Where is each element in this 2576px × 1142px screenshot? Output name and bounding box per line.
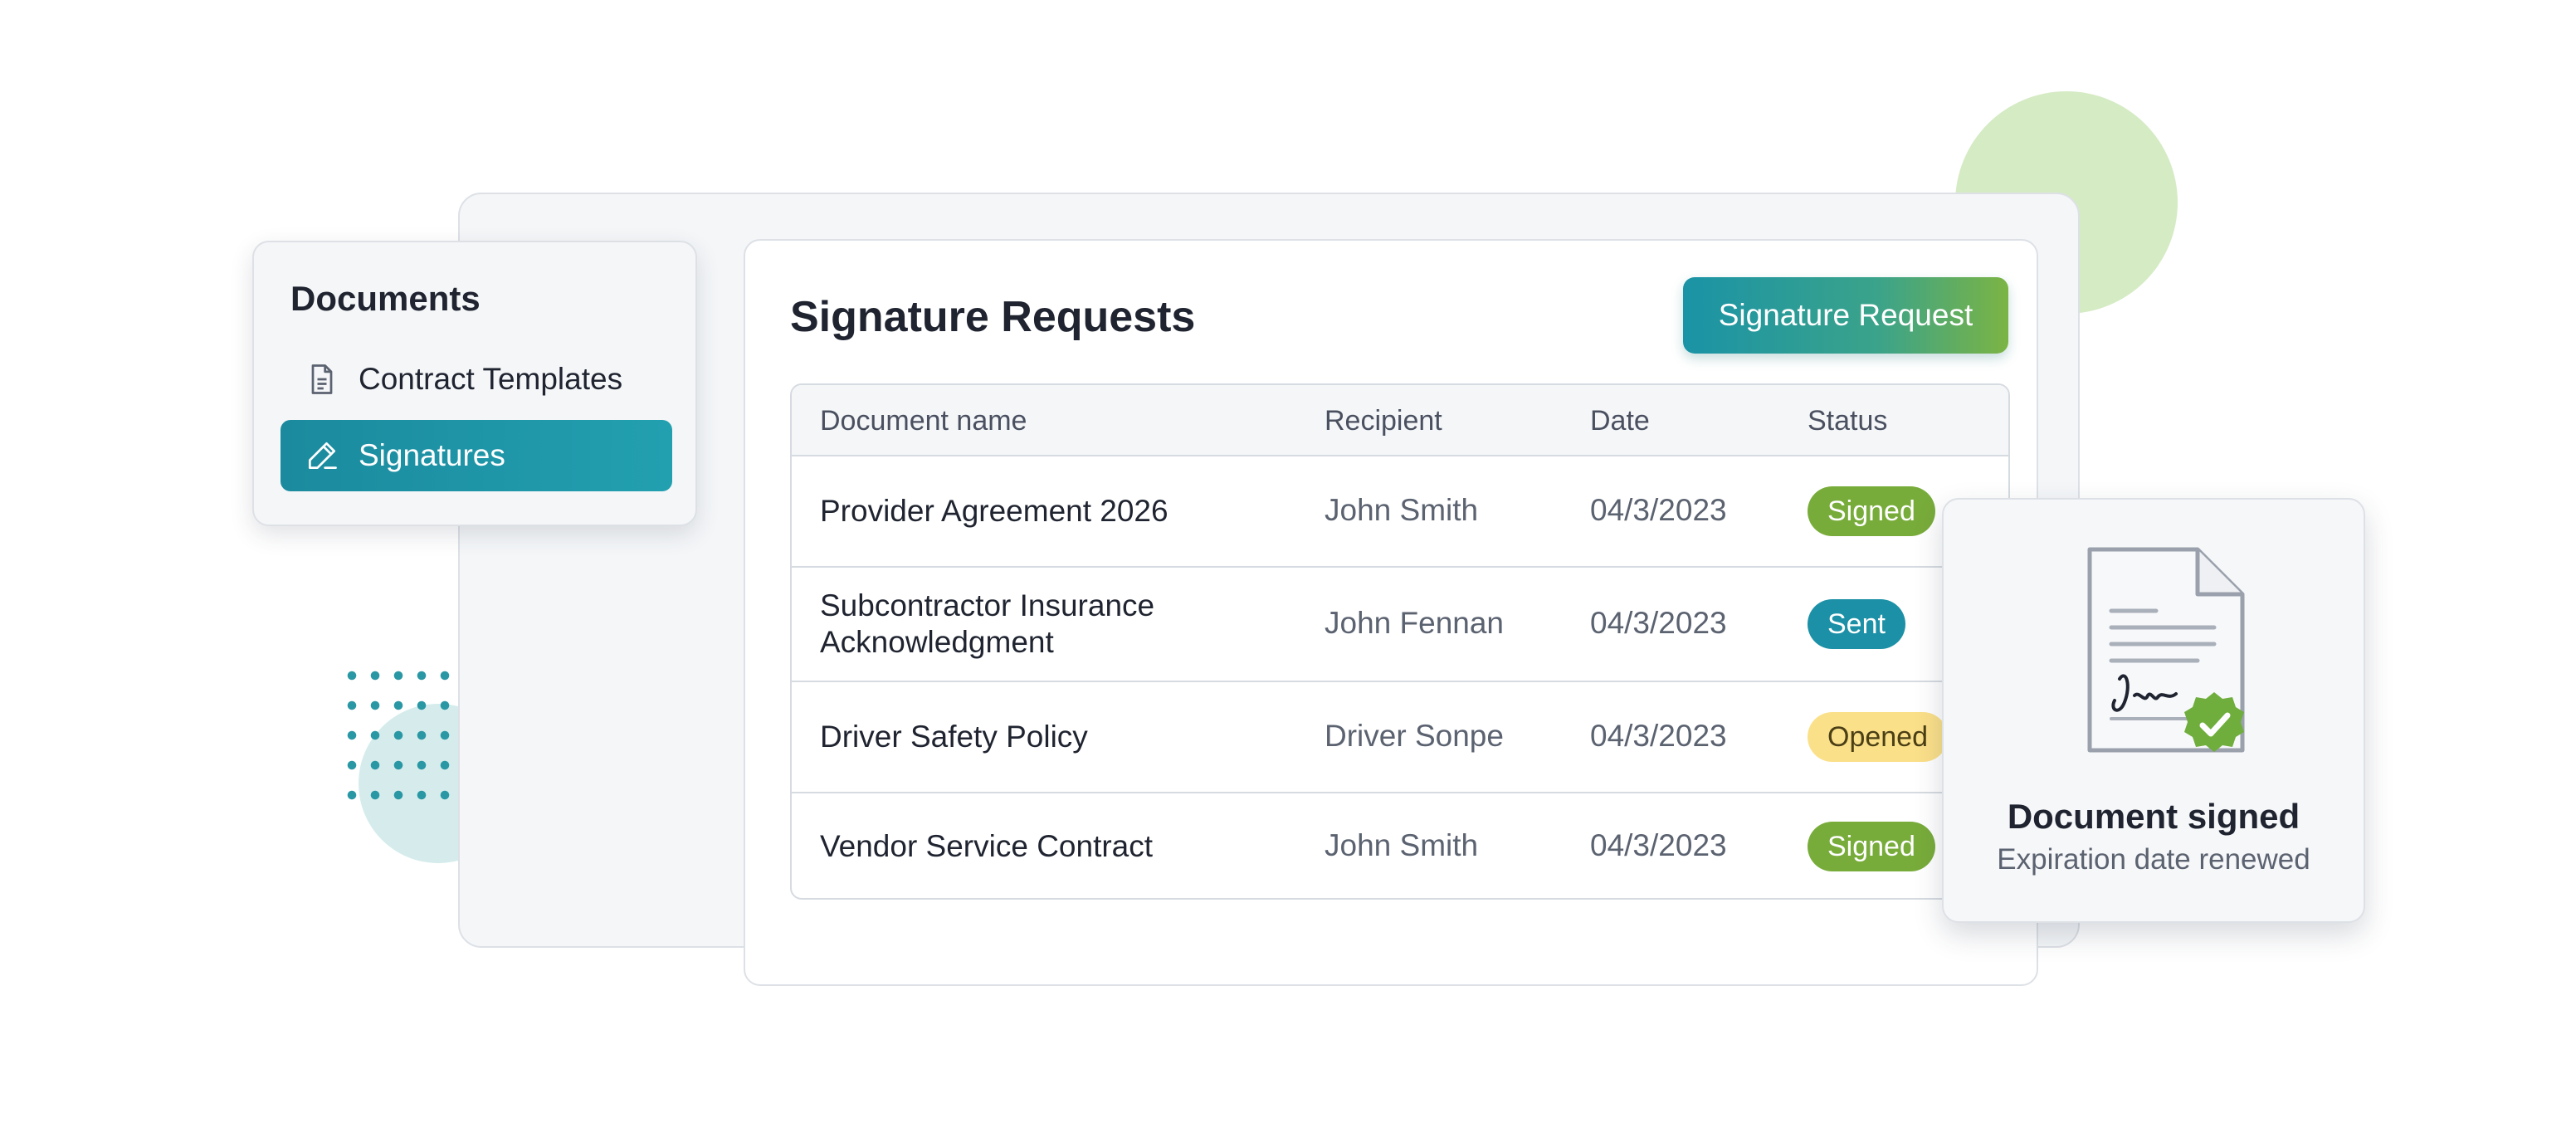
row-document-name: Vendor Service Contract (820, 829, 1154, 863)
table-header: Document name Recipient Date Status (792, 385, 2008, 456)
row-document-name: Driver Safety Policy (820, 720, 1088, 754)
sidebar-item-label: Signatures (359, 438, 505, 472)
status-badge: Signed (1808, 486, 1935, 536)
table-row[interactable]: Driver Safety Policy Driver Sonpe 04/3/2… (792, 682, 2008, 793)
signature-requests-panel: Signature Requests Signature Request Doc… (744, 239, 2038, 986)
status-badge: Opened (1808, 712, 1948, 762)
table-row[interactable]: Provider Agreement 2026 John Smith 04/3/… (792, 456, 2008, 568)
row-recipient: John Fennan (1325, 606, 1505, 640)
status-badge: Sent (1808, 599, 1905, 649)
sidebar-title: Documents (290, 279, 481, 318)
column-header-date[interactable]: Date (1590, 405, 1650, 437)
column-header-recipient[interactable]: Recipient (1325, 405, 1442, 437)
row-document-name: Provider Agreement 2026 (820, 494, 1168, 528)
row-date: 04/3/2023 (1590, 828, 1727, 862)
pen-icon (304, 437, 340, 474)
row-document-name-line1: Subcontractor Insurance (820, 588, 1155, 622)
row-recipient: Driver Sonpe (1325, 719, 1504, 753)
sidebar: Documents Contract Templates Signatures (252, 241, 697, 526)
document-signed-notification: Document signed Expiration date renewed (1942, 498, 2365, 923)
row-recipient: John Smith (1325, 828, 1479, 862)
requests-table: Document name Recipient Date Status Prov… (790, 383, 2010, 900)
row-recipient: John Smith (1325, 493, 1479, 527)
page-title: Signature Requests (790, 293, 1196, 341)
row-document-name-line2: Acknowledgment (820, 625, 1054, 659)
signature-request-button[interactable]: Signature Request (1683, 277, 2008, 354)
notification-title: Document signed (2007, 797, 2300, 836)
notification-subtitle: Expiration date renewed (1997, 843, 2310, 876)
column-header-document-name[interactable]: Document name (820, 405, 1027, 437)
sidebar-item-contract-templates[interactable]: Contract Templates (281, 344, 672, 415)
row-date: 04/3/2023 (1590, 606, 1727, 640)
column-header-status[interactable]: Status (1808, 405, 1887, 437)
row-date: 04/3/2023 (1590, 719, 1727, 753)
table-row[interactable]: Vendor Service Contract John Smith 04/3/… (792, 793, 2008, 898)
sidebar-item-signatures[interactable]: Signatures (281, 420, 672, 491)
decor-dot-grid (340, 661, 456, 800)
signed-document-icon (2087, 547, 2245, 753)
sidebar-item-label: Contract Templates (359, 362, 623, 396)
row-date: 04/3/2023 (1590, 493, 1727, 527)
status-badge: Signed (1808, 822, 1935, 871)
document-icon (304, 361, 340, 398)
table-row[interactable]: Subcontractor Insurance Acknowledgment J… (792, 568, 2008, 682)
